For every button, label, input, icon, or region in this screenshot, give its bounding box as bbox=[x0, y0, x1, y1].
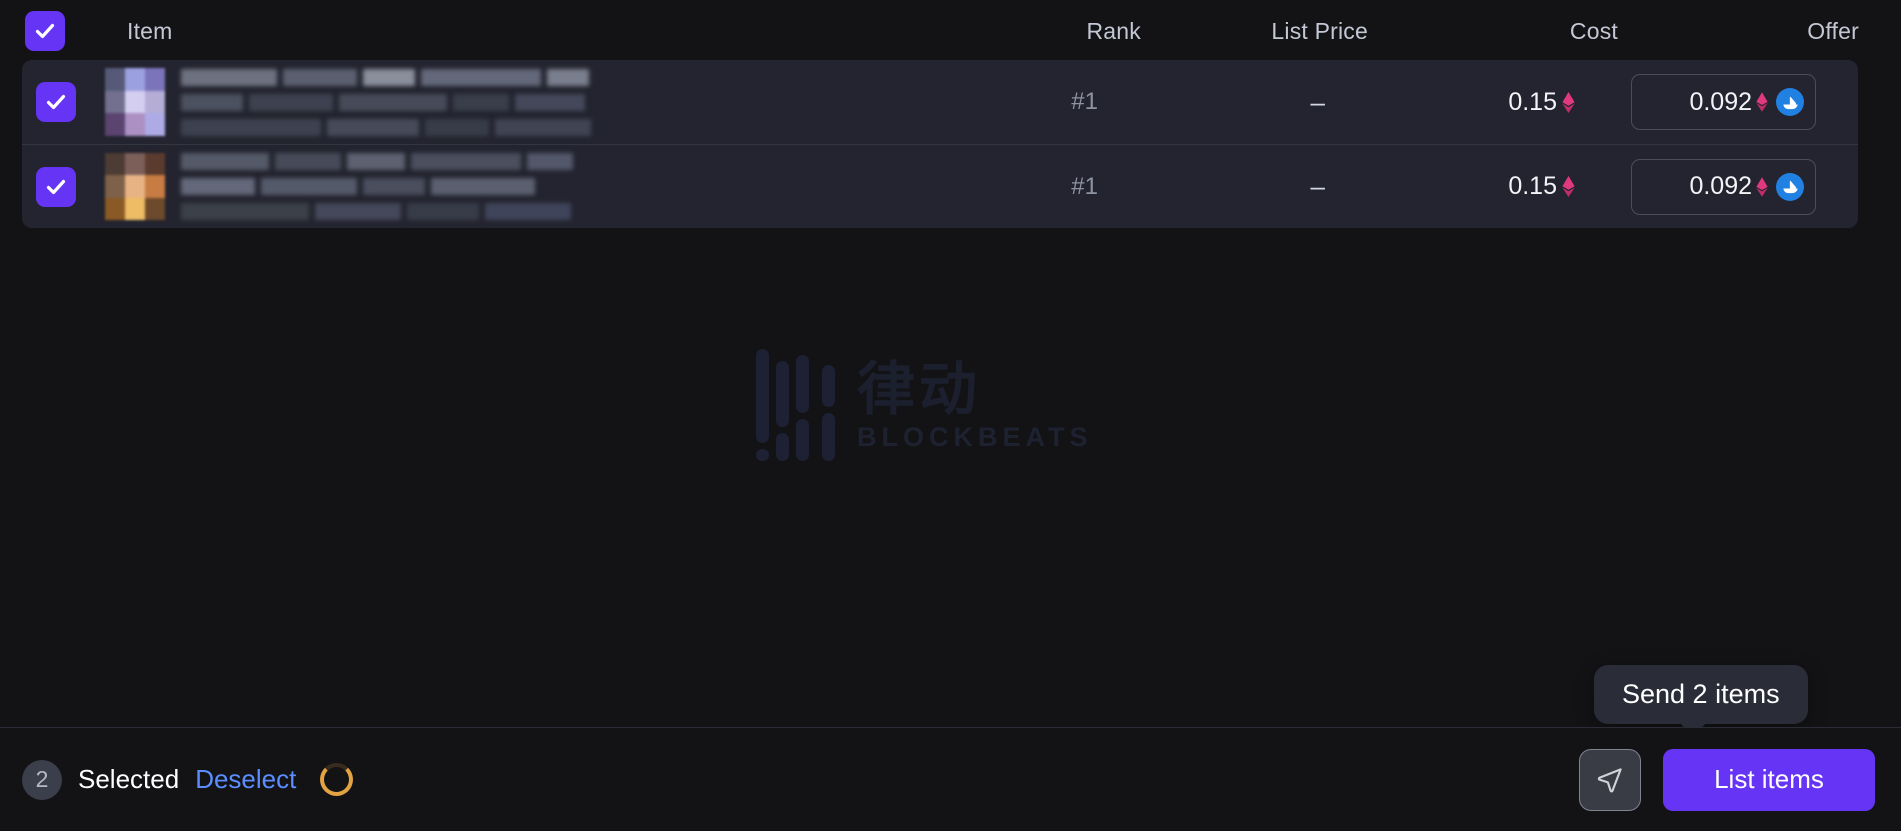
row-checkbox-cell bbox=[22, 82, 90, 122]
table-row[interactable]: #1 – 0.15 0.092 bbox=[22, 144, 1858, 228]
table-body: #1 – 0.15 0.092 #1 – 0.15 0.092 bbox=[22, 60, 1858, 228]
column-header-item: Item bbox=[127, 17, 173, 44]
items-table-screen: 律动 BLOCKBEATS Item Rank List Price Cost … bbox=[0, 0, 1901, 831]
row-cost-cell: 0.15 bbox=[1348, 88, 1598, 117]
opensea-icon[interactable] bbox=[1776, 172, 1804, 201]
list-price-value: – bbox=[1310, 171, 1325, 201]
watermark-en-text: BLOCKBEATS bbox=[857, 421, 1093, 452]
item-thumbnail bbox=[105, 68, 165, 136]
ethereum-icon bbox=[1562, 91, 1575, 113]
row-offer-cell: 0.092 bbox=[1598, 158, 1858, 215]
row-cost-cell: 0.15 bbox=[1348, 172, 1598, 201]
watermark-cn-text: 律动 bbox=[857, 354, 982, 423]
send-paper-plane-icon bbox=[1597, 767, 1622, 792]
table-row[interactable]: #1 – 0.15 0.092 bbox=[22, 60, 1858, 144]
check-icon bbox=[46, 179, 66, 194]
column-header-rank: Rank bbox=[1086, 17, 1141, 44]
watermark-logo-bars bbox=[756, 349, 835, 461]
header-cell-cost[interactable]: Cost bbox=[1391, 18, 1641, 45]
spinner-icon bbox=[320, 763, 354, 796]
row-checkbox-cell bbox=[22, 166, 90, 207]
opensea-icon[interactable] bbox=[1776, 88, 1804, 116]
column-header-cost: Cost bbox=[1569, 17, 1618, 44]
item-name-redacted bbox=[181, 68, 591, 136]
cost-value: 0.15 bbox=[1508, 87, 1557, 116]
list-price-value: – bbox=[1310, 86, 1325, 117]
cost-value: 0.15 bbox=[1508, 172, 1557, 200]
offer-value: 0.092 bbox=[1689, 87, 1752, 116]
blockbeats-watermark: 律动 BLOCKBEATS bbox=[756, 340, 1146, 470]
item-name-redacted bbox=[181, 153, 573, 220]
column-header-list-price: List Price bbox=[1271, 17, 1368, 44]
header-cell-rank[interactable]: Rank bbox=[971, 18, 1161, 45]
rank-value: #1 bbox=[1071, 172, 1098, 200]
select-all-checkbox[interactable] bbox=[25, 11, 65, 51]
tooltip-text: Send 2 items bbox=[1622, 679, 1780, 709]
selection-action-bar: 2 Selected Deselect List items bbox=[0, 727, 1901, 831]
deselect-button[interactable]: Deselect bbox=[195, 764, 296, 795]
selected-count-badge: 2 bbox=[22, 759, 62, 800]
row-rank-cell: #1 bbox=[928, 173, 1118, 201]
selected-label: Selected bbox=[78, 764, 180, 794]
ethereum-icon bbox=[1756, 92, 1768, 112]
offer-value: 0.092 bbox=[1689, 172, 1752, 200]
row-item-cell[interactable] bbox=[90, 152, 928, 221]
header-cell-list-price[interactable]: List Price bbox=[1161, 18, 1391, 45]
row-rank-cell: #1 bbox=[928, 88, 1118, 116]
item-thumbnail bbox=[105, 152, 165, 221]
ethereum-icon bbox=[1562, 176, 1575, 197]
row-list-price-cell: – bbox=[1118, 87, 1348, 118]
header-cell-offer[interactable]: Offer bbox=[1641, 18, 1901, 45]
row-select-checkbox[interactable] bbox=[36, 166, 76, 207]
rank-value: #1 bbox=[1071, 88, 1098, 115]
send-items-tooltip: Send 2 items bbox=[1594, 665, 1808, 737]
check-icon bbox=[35, 23, 55, 39]
offer-input[interactable]: 0.092 bbox=[1631, 158, 1816, 215]
check-icon bbox=[46, 94, 66, 110]
table-header-row: Item Rank List Price Cost Offer bbox=[0, 0, 1901, 62]
send-items-button[interactable] bbox=[1579, 748, 1641, 811]
list-items-button[interactable]: List items bbox=[1663, 748, 1875, 811]
row-list-price-cell: – bbox=[1118, 171, 1348, 202]
offer-input[interactable]: 0.092 bbox=[1631, 74, 1816, 130]
row-offer-cell: 0.092 bbox=[1598, 74, 1858, 130]
header-checkbox-cell bbox=[0, 11, 90, 51]
items-table: Item Rank List Price Cost Offer #1 – 0.1… bbox=[0, 0, 1901, 228]
row-select-checkbox[interactable] bbox=[36, 82, 76, 122]
ethereum-icon bbox=[1756, 176, 1768, 197]
column-header-offer: Offer bbox=[1807, 17, 1859, 44]
header-cell-item[interactable]: Item bbox=[90, 18, 971, 45]
row-item-cell[interactable] bbox=[90, 68, 928, 136]
